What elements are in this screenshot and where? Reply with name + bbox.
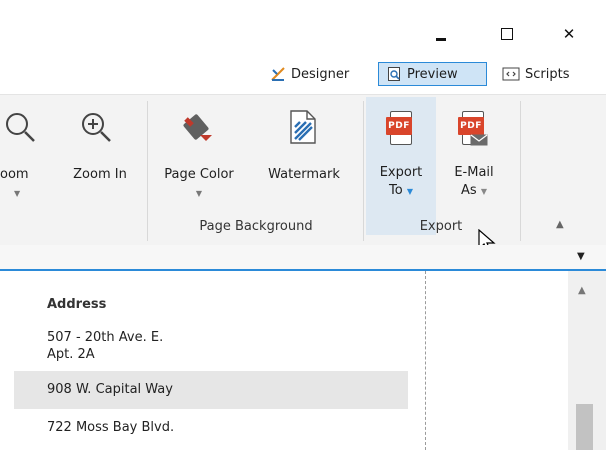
table-row: 507 - 20th Ave. E. [47,330,164,345]
designer-icon [271,67,285,81]
envelope-icon [470,134,488,146]
zoom-in-button[interactable]: Zoom In [58,97,142,235]
pdf-mail-icon: PDF [458,111,488,147]
scripts-label: Scripts [525,66,570,82]
minimize-button[interactable] [421,18,461,50]
paint-bucket-icon [183,114,212,141]
export-to-button[interactable]: PDF Export To ▼ [366,97,436,235]
email-as-label-line1: E-Mail [454,165,494,180]
export-to-label-line2-wrap: To ▼ [366,183,436,198]
zoom-label: oom [0,167,29,182]
close-button[interactable]: ✕ [549,18,589,50]
ribbon-separator [363,101,364,241]
close-icon: ✕ [562,25,576,43]
ribbon-separator [520,101,521,241]
ribbon: oom ▼ Zoom In Page Color ▼ Watermark Pag… [0,94,606,254]
page-background-group-label: Page Background [199,219,313,234]
maximize-icon [501,28,513,40]
zoom-in-icon [82,113,111,142]
email-as-dropdown-icon: ▼ [480,187,487,196]
zoom-in-label: Zoom In [73,167,127,182]
export-to-label-line2: To [389,183,403,198]
table-row: 722 Moss Bay Blvd. [47,420,175,435]
designer-label: Designer [291,66,350,82]
page-color-button[interactable]: Page Color ▼ [150,97,248,235]
designer-view-button[interactable]: Designer [270,62,378,86]
watermark-icon [290,110,316,144]
page-color-label: Page Color [164,167,234,182]
export-to-dropdown-icon: ▼ [406,187,413,196]
page-margin-guide [425,271,426,450]
ribbon-bottom-strip: ▼ [0,245,606,271]
zoom-dropdown-icon: ▼ [14,189,21,198]
collapse-ribbon-button[interactable]: ▲ [556,219,564,230]
email-as-label-line2-wrap: As ▼ [438,183,510,198]
ribbon-separator [147,101,148,241]
preview-view-button[interactable]: Preview [378,62,487,86]
maximize-button[interactable] [487,18,527,50]
export-to-label-line1: Export [379,165,423,180]
minimize-icon [436,37,446,41]
address-column-header: Address [47,297,107,312]
ribbon-options-dropdown[interactable]: ▼ [577,251,585,262]
watermark-button[interactable]: Watermark [250,97,358,235]
view-switcher: Designer Preview Scripts [258,62,606,88]
watermark-label: Watermark [268,167,340,182]
scripts-icon [502,67,520,81]
preview-icon [388,67,400,81]
zoom-button[interactable]: oom ▼ [0,97,58,235]
email-as-button[interactable]: PDF E-Mail As ▼ [438,97,510,235]
page-color-dropdown-icon: ▼ [195,189,203,198]
scripts-view-button[interactable]: Scripts [502,62,606,86]
table-row: 908 W. Capital Way [47,382,173,397]
table-row: Apt. 2A [47,347,95,362]
scroll-up-arrow[interactable]: ▲ [578,285,586,296]
pdf-file-icon: PDF [386,111,414,145]
preview-label: Preview [407,66,458,82]
report-window: ✕ Designer Preview Scripts oom ▼ Zoom In… [0,0,606,450]
email-as-label-line2: As [461,183,477,198]
title-bar: ✕ [0,0,606,58]
zoom-out-icon [6,113,35,142]
scrollbar-thumb[interactable] [576,404,593,450]
